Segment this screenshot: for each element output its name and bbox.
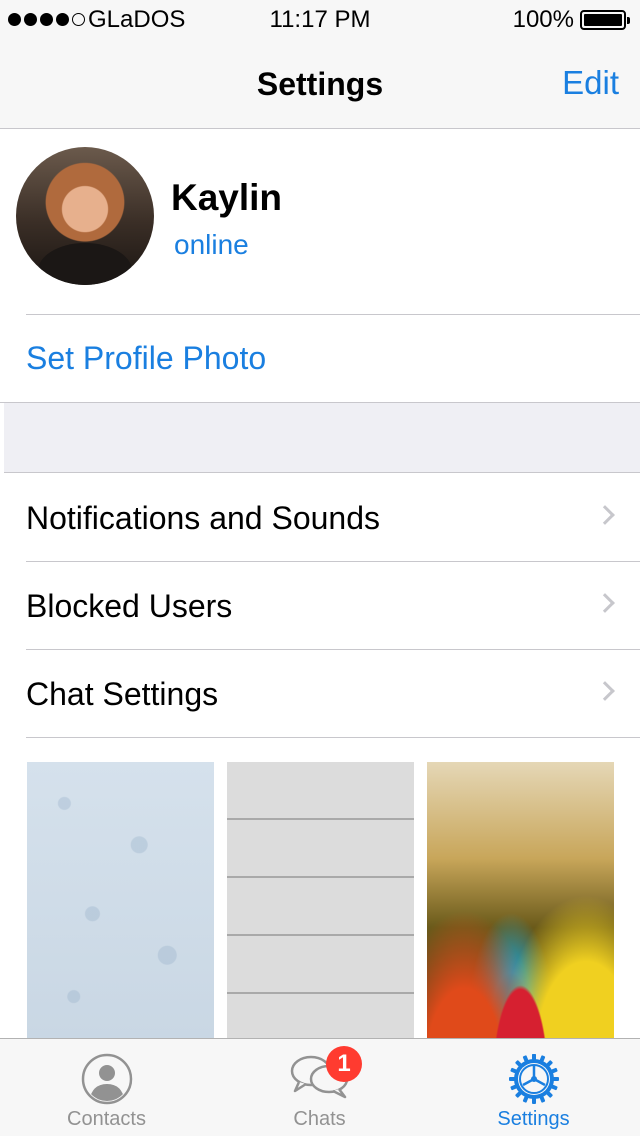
profile-status: online	[174, 229, 249, 260]
battery-icon	[580, 10, 630, 30]
menu-item-label: Notifications and Sounds	[26, 500, 380, 536]
tab-label: Contacts	[67, 1108, 146, 1130]
page-title: Settings	[256, 66, 384, 102]
profile-header: Kaylin online	[0, 129, 640, 315]
tab-bar: Contacts Chats Settings	[0, 1038, 640, 1136]
menu-item-notifications-and-sounds[interactable]: Notifications and Sounds	[0, 474, 640, 562]
profile-name: Kaylin	[171, 177, 283, 218]
menu-item-chat-settings[interactable]: Chat Settings	[0, 650, 640, 738]
gear-icon	[508, 1054, 559, 1104]
tab-label: Chats	[293, 1108, 346, 1130]
battery-percent: 100%	[512, 6, 574, 33]
chevron-right-icon	[595, 505, 615, 525]
chevron-right-icon	[595, 681, 615, 701]
unread-badge: 1	[326, 1046, 362, 1082]
navigation-bar: Settings Edit	[0, 40, 640, 129]
menu-item-label: Chat Settings	[26, 676, 219, 712]
set-profile-photo-button[interactable]: Set Profile Photo	[0, 315, 640, 403]
tab-chats[interactable]: Chats	[213, 1039, 426, 1136]
wallpaper-wood-thumbnail[interactable]	[227, 762, 414, 1038]
wallpaper-doodle-thumbnail[interactable]	[27, 762, 214, 1038]
edit-button[interactable]: Edit	[562, 64, 619, 102]
set-profile-photo-label: Set Profile Photo	[26, 340, 267, 376]
chevron-right-icon	[595, 593, 615, 613]
section-spacer	[4, 403, 640, 473]
tab-label: Settings	[497, 1108, 570, 1130]
person-icon	[81, 1053, 132, 1105]
tab-contacts[interactable]: Contacts	[0, 1039, 213, 1136]
wallpaper-umbrella-thumbnail[interactable]	[427, 762, 614, 1038]
menu-item-blocked-users[interactable]: Blocked Users	[0, 562, 640, 650]
divider	[26, 737, 640, 738]
avatar[interactable]	[16, 147, 154, 285]
tab-settings[interactable]: Settings	[427, 1039, 640, 1136]
status-bar: GLaDOS 11:17 PM 100%	[0, 0, 640, 40]
menu-item-label: Blocked Users	[26, 588, 233, 624]
